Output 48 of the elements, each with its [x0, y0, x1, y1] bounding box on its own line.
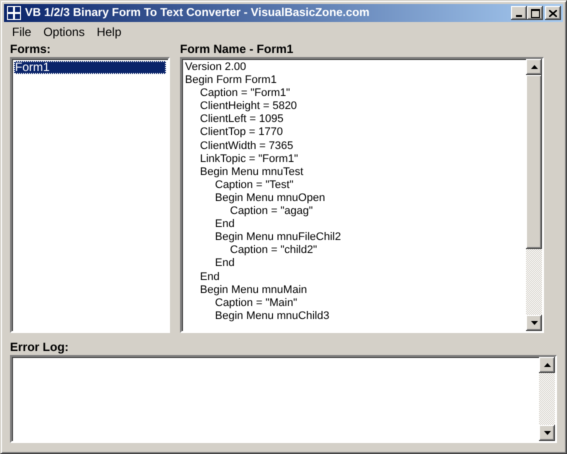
code-line: Caption = "agag": [230, 205, 314, 218]
code-line: Begin Menu mnuTest: [200, 166, 304, 179]
code-line: Caption = "child2": [230, 244, 318, 258]
scroll-thumb[interactable]: [526, 75, 542, 249]
scroll-down-button[interactable]: [539, 425, 555, 441]
code-line: Begin Menu mnuChild3: [215, 310, 330, 323]
app-icon: [6, 5, 22, 21]
code-line: Caption = "Form1": [200, 87, 292, 100]
menu-item[interactable]: Help: [90, 24, 128, 38]
code-line: ClientTop = 1770: [200, 126, 284, 140]
code-line: End: [215, 257, 236, 270]
down-arrow-icon: [544, 431, 550, 435]
code-line: Begin Menu mnuMain: [200, 284, 308, 297]
code-line: End: [215, 218, 236, 232]
code-line: ClientWidth = 7365: [200, 140, 294, 153]
minimize-button[interactable]: [511, 6, 527, 20]
code-line: End: [200, 270, 221, 284]
close-button[interactable]: [545, 6, 561, 20]
scrollbar[interactable]: [539, 357, 555, 441]
menu-item[interactable]: Options: [37, 24, 91, 38]
code-line: Begin Form Form1: [185, 74, 278, 88]
menu-item[interactable]: File: [6, 24, 38, 38]
scroll-up-button[interactable]: [539, 357, 555, 373]
close-icon: [549, 10, 557, 16]
code-line: Begin Menu mnuOpen: [215, 192, 326, 206]
scroll-down-button[interactable]: [526, 315, 542, 331]
form-name-label: Form Name - Form1: [180, 41, 294, 57]
forms-label: Forms:: [10, 41, 52, 57]
up-arrow-icon: [544, 363, 550, 367]
error-log-field[interactable]: [10, 355, 557, 443]
code-line: ClientLeft = 1095: [200, 113, 284, 126]
code-line: Begin Menu mnuFileChil2: [215, 231, 342, 244]
maximize-button[interactable]: [527, 6, 543, 20]
code-line: LinkTopic = "Form1": [200, 152, 299, 166]
window-title: VB 1/2/3 Binary Form To Text Converter - VisualBasicZone.com: [25, 7, 370, 19]
list-item[interactable]: Form1: [14, 61, 166, 74]
error-log-label: Error Log:: [10, 339, 70, 355]
code-line: ClientHeight = 5820: [200, 100, 298, 114]
code-line: Caption = "Test": [215, 178, 294, 192]
code-line: Caption = "Main": [215, 296, 298, 310]
code-line: Version 2.00: [185, 61, 248, 74]
scrollbar[interactable]: [526, 59, 542, 331]
down-arrow-icon: [530, 321, 538, 325]
maximize-icon: [530, 8, 540, 18]
source-text-area[interactable]: [180, 57, 544, 333]
scroll-up-button[interactable]: [526, 59, 542, 75]
up-arrow-icon: [530, 65, 538, 69]
forms-list[interactable]: Form1: [10, 57, 170, 333]
